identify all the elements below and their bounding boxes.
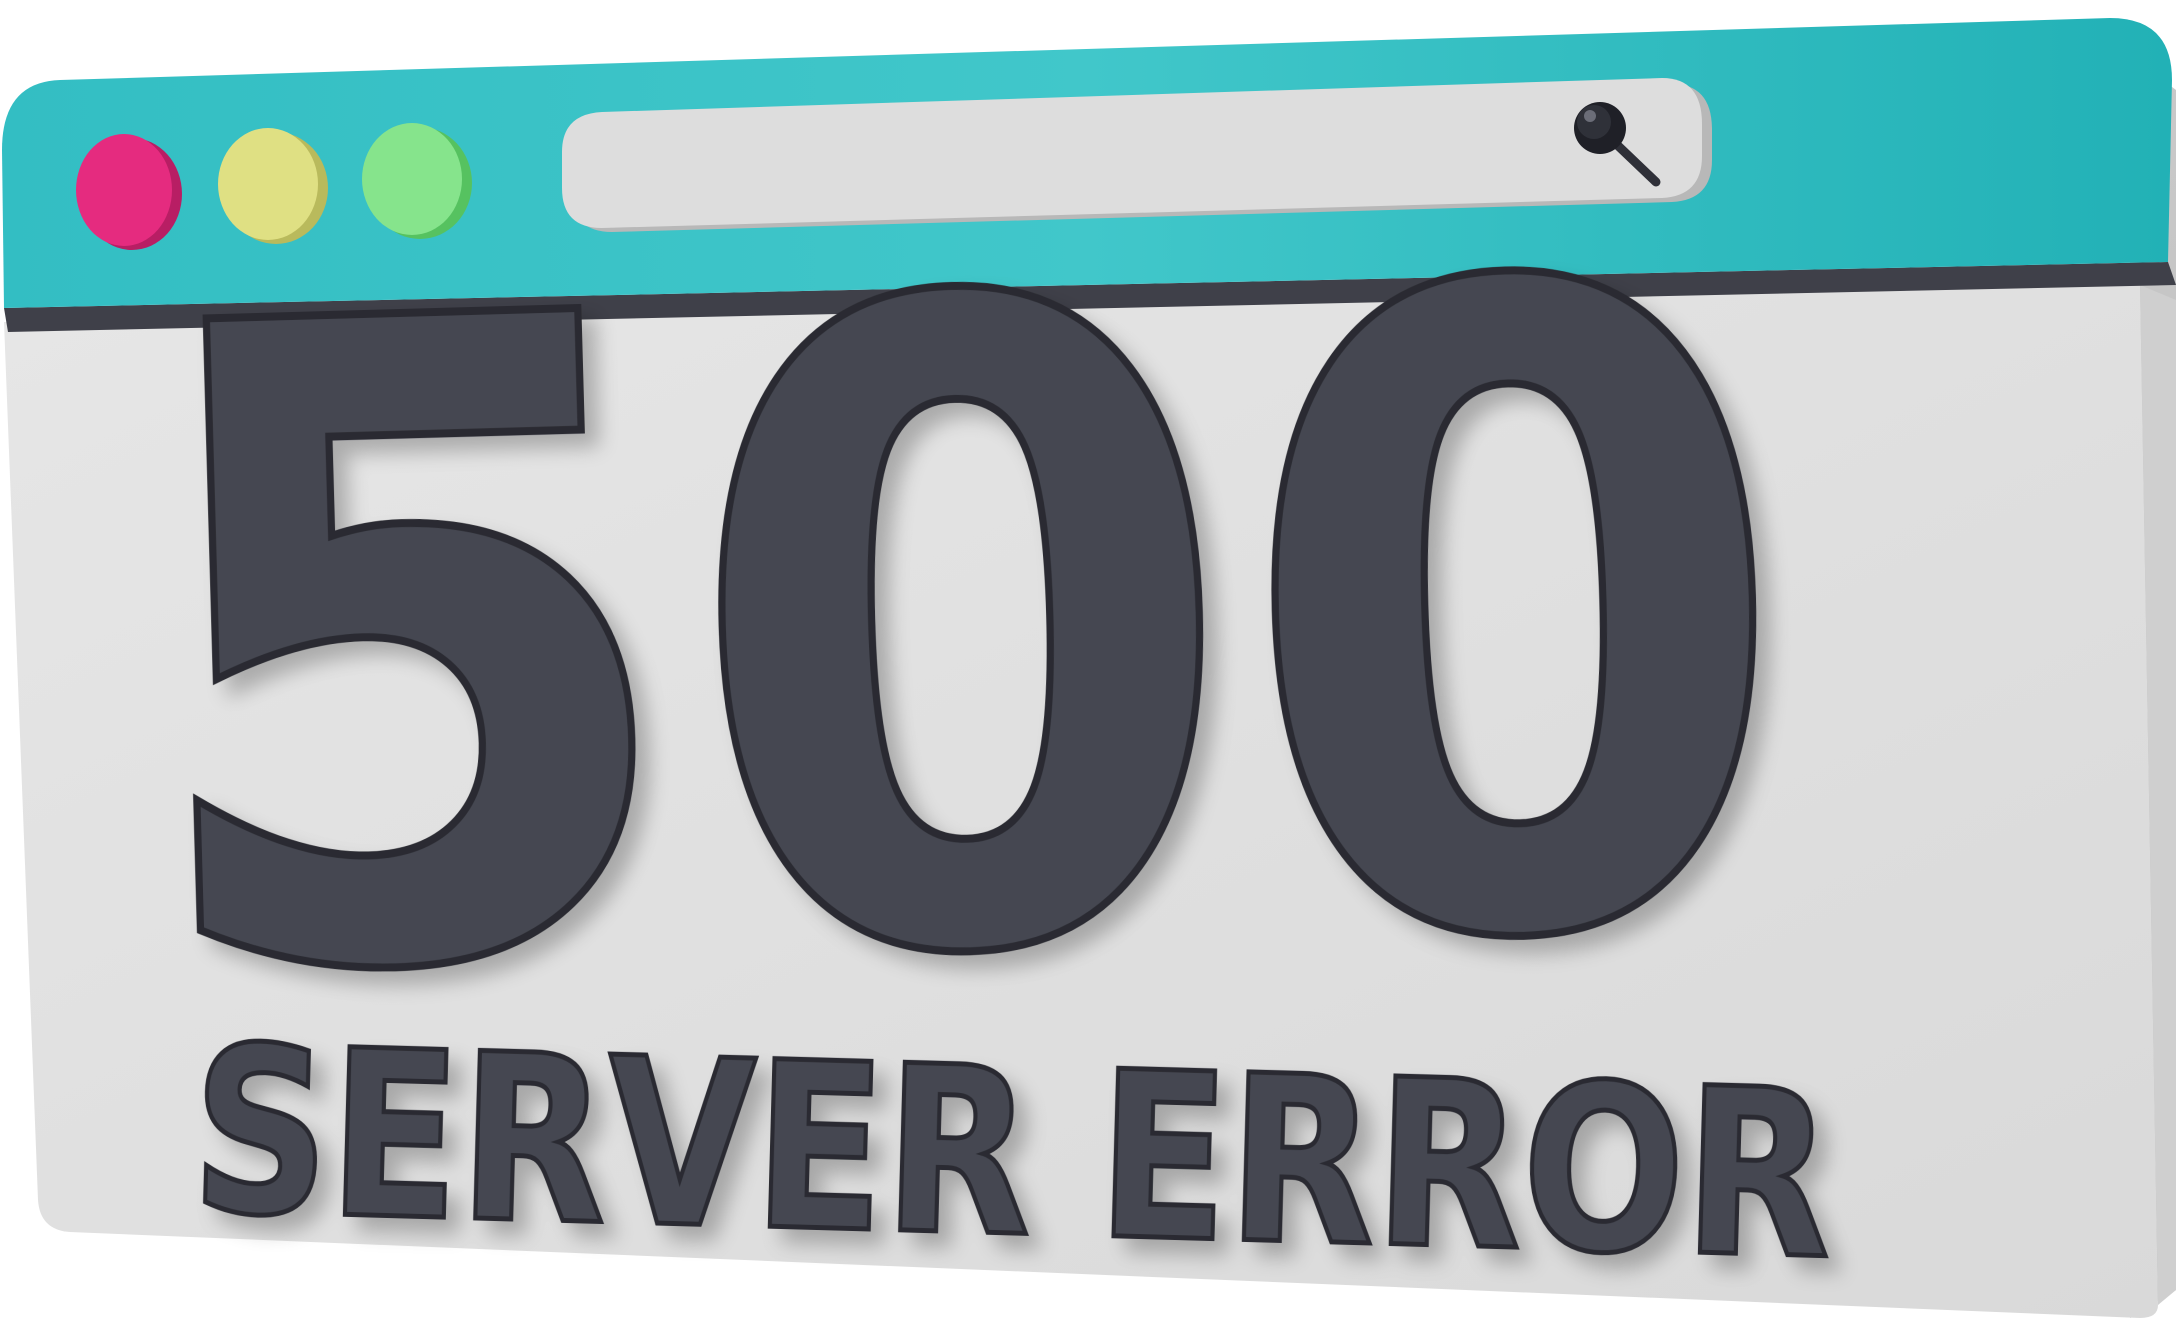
browser-window: 500 SERVER ERROR — [0, 0, 2176, 1325]
error-message: SERVER ERROR — [188, 998, 1835, 1311]
browser-window-illustration: 500 SERVER ERROR — [2, 18, 2176, 1318]
